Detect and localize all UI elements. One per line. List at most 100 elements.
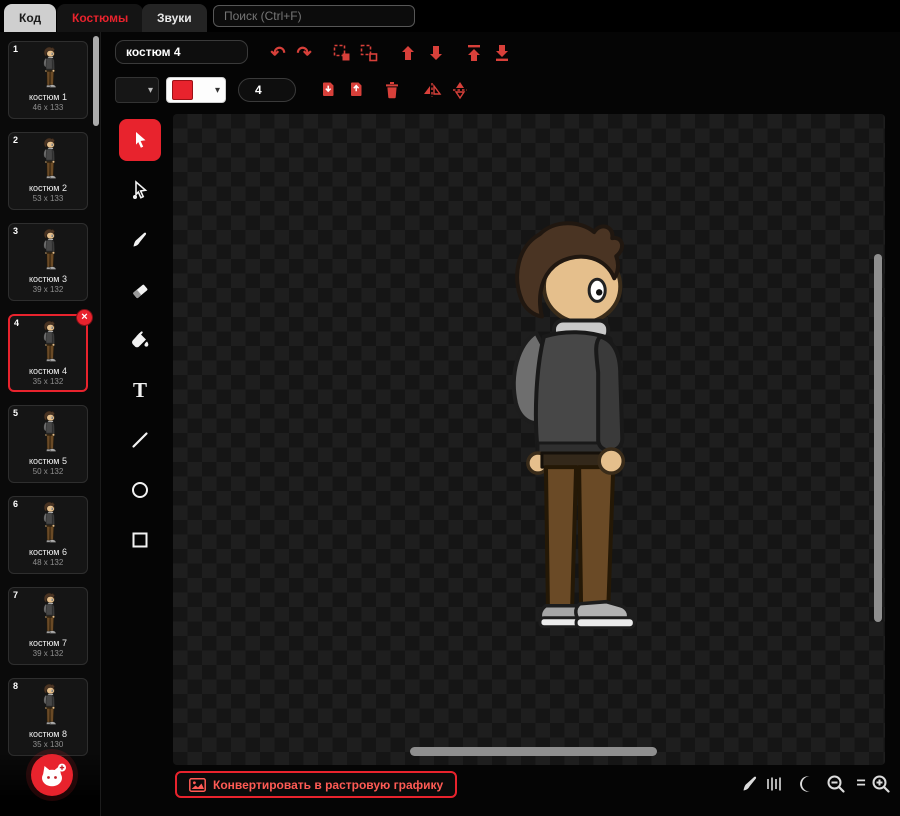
outline-color-swatch	[172, 80, 193, 100]
costume-number: 2	[13, 135, 19, 145]
cat-icon	[41, 763, 66, 786]
costume-list-scrollbar[interactable]	[93, 36, 99, 126]
copy-button[interactable]	[316, 77, 340, 103]
text-tool[interactable]: T	[119, 369, 161, 411]
fill-color-dropdown[interactable]: ▾	[115, 77, 159, 103]
reshape-tool[interactable]	[119, 169, 161, 211]
equals-icon: =	[856, 775, 866, 792]
ungroup-icon	[360, 44, 378, 62]
flip-horizontal-button[interactable]	[420, 77, 444, 103]
bring-to-front-button[interactable]	[462, 40, 486, 66]
costume-card[interactable]: 8 × костюм 8 35 x 130	[8, 678, 88, 756]
costume-card[interactable]: 5 × костюм 5 50 x 132	[8, 405, 88, 483]
costume-card[interactable]: 6 × костюм 6 48 x 132	[8, 496, 88, 574]
costume-size: 50 x 132	[32, 467, 64, 476]
convert-to-bitmap-button[interactable]: Конвертировать в растровую графику	[175, 771, 458, 798]
delete-button[interactable]	[380, 77, 404, 103]
brush-icon	[133, 232, 147, 247]
group-button[interactable]	[330, 40, 354, 66]
dark-mode-toggle-button[interactable]	[795, 772, 819, 796]
costume-thumbnail	[43, 501, 56, 543]
costume-number: 1	[13, 44, 19, 54]
undo-icon: ↶	[270, 43, 286, 63]
redo-button[interactable]: ↷	[292, 40, 316, 66]
arrow-up-bar-icon	[468, 45, 480, 61]
undo-button[interactable]: ↶	[266, 40, 290, 66]
redo-icon: ↷	[296, 43, 312, 63]
costume-thumbnail	[43, 410, 56, 452]
outline-color-dropdown[interactable]: ▾	[166, 77, 226, 103]
convert-label: Конвертировать в растровую графику	[213, 777, 444, 792]
zoom-out-icon	[827, 775, 845, 793]
costume-number: 6	[13, 499, 19, 509]
flip-vertical-button[interactable]	[448, 77, 472, 103]
costume-size: 35 x 130	[32, 740, 64, 749]
costume-size: 48 x 132	[32, 558, 64, 567]
costume-drawing	[465, 212, 647, 674]
rectangle-icon	[132, 532, 148, 548]
fill-tool[interactable]	[119, 319, 161, 361]
flip-vertical-icon	[453, 82, 467, 100]
copy-icon	[323, 82, 334, 96]
costume-name: костюм 3	[28, 274, 67, 284]
reshape-icon	[133, 180, 148, 199]
costume-name-input[interactable]	[115, 40, 248, 64]
costume-card[interactable]: 7 × костюм 7 39 x 132	[8, 587, 88, 665]
paint-area: ↶ ↷	[0, 0, 900, 816]
bring-forward-button[interactable]	[396, 40, 420, 66]
canvas-vertical-scrollbar[interactable]	[874, 254, 882, 622]
paste-button[interactable]	[344, 77, 368, 103]
circle-tool[interactable]	[119, 469, 161, 511]
ungroup-button[interactable]	[357, 40, 381, 66]
bars-toggle-button[interactable]	[762, 772, 786, 796]
zoom-out-button[interactable]	[824, 772, 848, 796]
send-to-back-button[interactable]	[490, 40, 514, 66]
costume-card[interactable]: 1 × костюм 1 46 x 133	[8, 41, 88, 119]
text-tool-icon: T	[132, 377, 147, 402]
outline-width-input[interactable]	[238, 78, 296, 102]
costume-name: костюм 8	[28, 729, 67, 739]
tab-code[interactable]: Код	[4, 4, 57, 32]
costume-name: костюм 5	[28, 456, 67, 466]
brush-tool[interactable]	[119, 219, 161, 261]
paint-canvas[interactable]	[173, 114, 885, 765]
costume-number: 4	[14, 318, 20, 328]
costume-name: костюм 7	[28, 638, 67, 648]
cursor-icon	[136, 132, 146, 148]
costume-card[interactable]: 2 × костюм 2 53 x 133	[8, 132, 88, 210]
bitmap-icon	[189, 777, 206, 792]
costume-size: 39 x 132	[32, 649, 64, 658]
line-tool[interactable]	[119, 419, 161, 461]
costume-name: костюм 1	[28, 92, 67, 102]
costume-card[interactable]: 4 × костюм 4 35 x 132	[8, 309, 93, 392]
costume-number: 7	[13, 590, 19, 600]
costume-panel: 1 × костюм 1 46 x 133 2 × костюм 2 53 x …	[0, 32, 101, 816]
paint-brush-toggle-button[interactable]	[738, 772, 762, 796]
eraser-icon	[133, 284, 148, 299]
costume-name: костюм 2	[28, 183, 67, 193]
costume-card[interactable]: 3 × костюм 3 39 x 132	[8, 223, 88, 301]
delete-costume-button[interactable]: ×	[76, 309, 93, 326]
rectangle-tool[interactable]	[119, 519, 161, 561]
costume-thumbnail	[43, 46, 56, 88]
zoom-in-button[interactable]	[869, 772, 893, 796]
small-brush-icon	[743, 776, 757, 791]
arrow-up-icon	[402, 46, 414, 60]
trash-icon	[386, 82, 398, 99]
search-input[interactable]	[213, 5, 415, 27]
canvas-horizontal-scrollbar[interactable]	[410, 747, 657, 756]
tab-sounds[interactable]: Звуки	[142, 4, 207, 32]
moon-icon	[800, 776, 810, 792]
add-costume-button[interactable]	[31, 754, 73, 796]
paint-editor-app: Код Костюмы Звуки 1 × костюм 1 46 x 133 …	[0, 0, 900, 816]
send-backward-button[interactable]	[424, 40, 448, 66]
tab-costumes[interactable]: Костюмы	[57, 4, 144, 32]
eraser-tool[interactable]	[119, 269, 161, 311]
arrow-down-icon	[430, 46, 442, 60]
select-tool[interactable]	[119, 119, 161, 161]
caret-down-icon: ▾	[214, 84, 220, 96]
line-icon	[132, 432, 148, 448]
top-bar: Код Костюмы Звуки	[0, 0, 900, 32]
costume-number: 8	[13, 681, 19, 691]
caret-down-icon: ▾	[147, 84, 153, 96]
